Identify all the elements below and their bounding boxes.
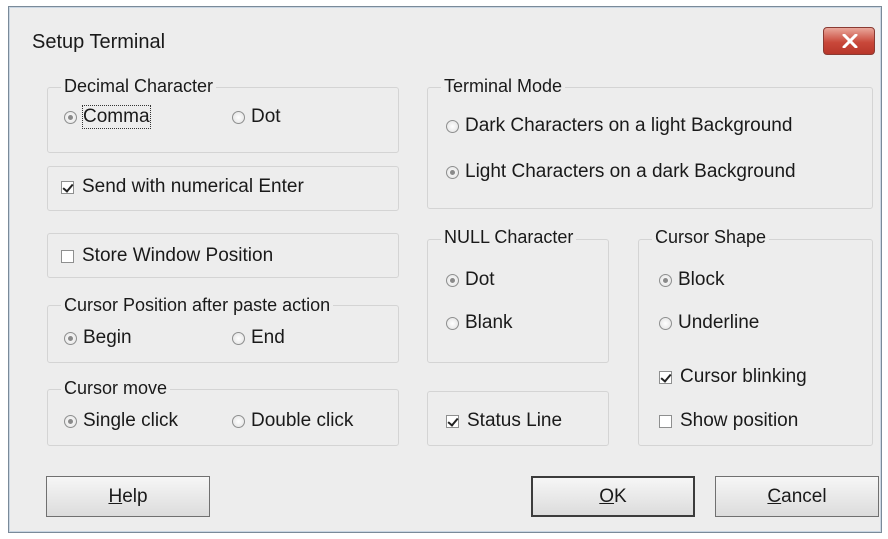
terminal-mode-label: Terminal Mode [441,76,566,97]
radio-selected-icon [446,165,459,179]
cancel-button-mnemonic: C [767,485,782,507]
checkbox-unchecked-icon [61,249,74,263]
cursor-blinking-checkbox[interactable]: Cursor blinking [659,366,807,388]
radio-selected-icon [446,273,459,287]
help-button-mnemonic: H [108,485,123,507]
terminal-mode-dark-label: Dark Characters on a light Background [465,115,793,136]
radio-selected-icon [64,414,77,428]
send-enter-checkbox[interactable]: Send with numerical Enter [61,176,304,198]
help-button[interactable]: Help [46,476,210,517]
cursor-move-double-radio[interactable]: Double click [232,410,353,432]
show-position-checkbox[interactable]: Show position [659,410,798,432]
null-character-group [427,239,609,363]
cursor-shape-underline-radio[interactable]: Underline [659,312,759,334]
cursor-shape-block-label: Block [678,269,725,290]
paste-end-radio[interactable]: End [232,327,285,349]
cancel-button-label: ancel [781,485,827,507]
paste-position-label: Cursor Position after paste action [61,295,334,316]
radio-selected-icon [659,273,672,287]
cursor-move-single-label: Single click [83,410,179,431]
radio-unselected-icon [232,414,245,428]
checkbox-checked-icon [446,414,459,428]
terminal-mode-dark-radio[interactable]: Dark Characters on a light Background [446,115,792,137]
show-position-label: Show position [680,410,799,431]
cursor-shape-underline-label: Underline [678,312,760,333]
radio-unselected-icon [232,110,245,124]
radio-selected-icon [64,331,77,345]
cursor-move-label: Cursor move [61,378,171,399]
paste-end-label: End [251,327,285,348]
null-blank-radio[interactable]: Blank [446,312,513,334]
close-button[interactable] [823,27,875,55]
cursor-shape-block-radio[interactable]: Block [659,269,724,291]
ok-button-label: K [614,485,627,507]
terminal-mode-light-radio[interactable]: Light Characters on a dark Background [446,161,796,183]
status-line-checkbox[interactable]: Status Line [446,410,562,432]
radio-selected-icon [64,110,77,124]
checkbox-checked-icon [61,180,74,194]
null-dot-label: Dot [465,269,495,290]
radio-unselected-icon [446,119,459,133]
status-line-label: Status Line [467,410,563,431]
ok-button-mnemonic: O [599,485,615,507]
store-position-label: Store Window Position [82,245,274,266]
setup-terminal-dialog: Setup Terminal Decimal Character Comma D… [8,6,882,533]
null-character-label: NULL Character [441,227,577,248]
decimal-comma-label: Comma [82,105,151,129]
title-bar[interactable]: Setup Terminal [9,7,881,73]
radio-unselected-icon [446,316,459,330]
cancel-button[interactable]: Cancel [715,476,879,517]
terminal-mode-group [427,87,873,209]
window-title: Setup Terminal [32,31,166,53]
checkbox-checked-icon [659,370,672,384]
send-enter-label: Send with numerical Enter [82,176,304,197]
decimal-dot-radio[interactable]: Dot [232,106,281,128]
cursor-move-single-radio[interactable]: Single click [64,410,178,432]
terminal-mode-light-label: Light Characters on a dark Background [465,161,796,182]
paste-begin-label: Begin [83,327,132,348]
radio-unselected-icon [659,316,672,330]
cursor-move-double-label: Double click [251,410,354,431]
decimal-dot-label: Dot [251,106,281,127]
null-dot-radio[interactable]: Dot [446,269,495,291]
decimal-comma-radio[interactable]: Comma [64,105,151,129]
cursor-blinking-label: Cursor blinking [680,366,807,387]
cursor-shape-label: Cursor Shape [652,227,770,248]
decimal-character-label: Decimal Character [61,76,217,97]
radio-unselected-icon [232,331,245,345]
help-button-label: elp [122,485,148,507]
null-blank-label: Blank [465,312,513,333]
ok-button[interactable]: OK [531,476,695,517]
store-position-checkbox[interactable]: Store Window Position [61,245,273,267]
paste-begin-radio[interactable]: Begin [64,327,132,349]
checkbox-unchecked-icon [659,414,672,428]
close-icon [842,34,858,48]
